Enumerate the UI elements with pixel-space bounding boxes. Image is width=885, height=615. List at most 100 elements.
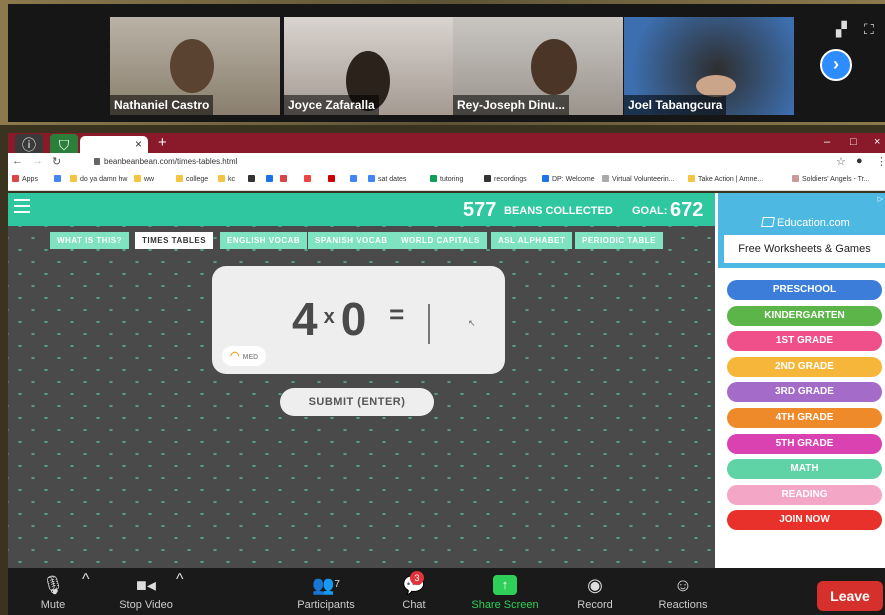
participants-icon: 👥7 bbox=[312, 575, 340, 595]
grade-button[interactable]: MATH bbox=[727, 459, 882, 480]
bookmark-icon bbox=[218, 175, 225, 182]
bookmark-item[interactable]: college bbox=[176, 175, 208, 183]
nav-tab[interactable]: SPANISH VOCAB bbox=[308, 232, 395, 249]
grade-button[interactable]: PRESCHOOL bbox=[727, 280, 882, 300]
stop-video-button[interactable]: ■◂ Stop Video bbox=[108, 571, 184, 611]
reload-icon[interactable]: ↻ bbox=[52, 155, 61, 168]
bookmark-item[interactable] bbox=[328, 175, 338, 183]
bookmark-item[interactable]: ww bbox=[134, 175, 154, 183]
grade-button[interactable]: KINDERGARTEN bbox=[727, 305, 882, 326]
bookmark-item[interactable]: sat dates bbox=[368, 175, 406, 183]
minimize-icon[interactable]: – bbox=[824, 136, 830, 148]
bookmark-label: tutoring bbox=[440, 176, 464, 183]
nav-tab[interactable]: TIMES TABLES bbox=[135, 232, 214, 249]
bookmark-item[interactable]: do ya damn hw bbox=[70, 175, 127, 183]
participant-face bbox=[696, 75, 736, 97]
lock-icon bbox=[94, 158, 100, 165]
bookmark-item[interactable] bbox=[266, 175, 276, 183]
forward-arrow-icon[interactable]: → bbox=[32, 155, 43, 167]
reactions-button[interactable]: ☺ Reactions bbox=[650, 571, 716, 611]
participant-name: Joyce Zafaralla bbox=[284, 95, 379, 115]
bookmark-item[interactable] bbox=[350, 175, 360, 183]
participant-face bbox=[170, 39, 214, 93]
game-header: 577 BEANS COLLECTED GOAL: 672 bbox=[8, 193, 715, 226]
audio-options-chevron-icon[interactable]: ^ bbox=[82, 571, 90, 589]
more-menu-icon[interactable]: ⋮ bbox=[876, 155, 885, 168]
gallery-view-icon[interactable]: ▞ bbox=[836, 22, 847, 36]
bookmark-item[interactable]: Apps bbox=[12, 175, 38, 183]
close-tab-icon[interactable]: × bbox=[135, 137, 142, 151]
url-field[interactable]: beanbeanbean.com/times-tables.html bbox=[104, 157, 237, 166]
bookmark-icon bbox=[350, 175, 357, 182]
grade-button[interactable]: 5TH GRADE bbox=[727, 433, 882, 454]
grade-button[interactable]: READING bbox=[727, 484, 882, 505]
difficulty-badge[interactable]: ◠ MED bbox=[222, 346, 267, 366]
grade-button[interactable]: JOIN NOW bbox=[727, 510, 882, 531]
ad-tagline[interactable]: Free Worksheets & Games bbox=[724, 235, 885, 263]
participant-tile[interactable]: Nathaniel Castro bbox=[110, 17, 280, 115]
bookmark-item[interactable] bbox=[248, 175, 258, 183]
mute-button[interactable]: 🎙 Mute bbox=[30, 571, 76, 611]
microphone-icon: 🎙 bbox=[41, 575, 65, 595]
bookmark-item[interactable] bbox=[280, 175, 290, 183]
mute-label: Mute bbox=[40, 599, 66, 611]
maximize-icon[interactable]: □ bbox=[850, 136, 857, 148]
ad-banner[interactable]: ▷ Education.com Free Worksheets & Games bbox=[718, 193, 885, 268]
next-participants-button[interactable]: › bbox=[820, 49, 852, 81]
video-options-chevron-icon[interactable]: ^ bbox=[176, 571, 184, 589]
answer-input[interactable] bbox=[428, 304, 430, 344]
browser-tab[interactable]: × bbox=[80, 136, 148, 153]
participant-tile[interactable]: Joyce Zafaralla bbox=[284, 17, 454, 115]
bookmark-item[interactable]: Virtual Volunteerin... bbox=[602, 175, 675, 183]
share-screen-button[interactable]: ↑ Share Screen bbox=[460, 571, 550, 611]
bookmark-item[interactable]: Take Action | Amne... bbox=[688, 175, 763, 183]
fullscreen-icon[interactable]: ⛶ bbox=[864, 22, 874, 36]
record-button[interactable]: ◉ Record bbox=[570, 571, 620, 611]
grade-button[interactable]: 4TH GRADE bbox=[727, 408, 882, 428]
grade-button[interactable]: 1ST GRADE bbox=[727, 331, 882, 352]
submit-button[interactable]: SUBMIT (ENTER) bbox=[280, 388, 434, 416]
bookmark-item[interactable] bbox=[54, 175, 64, 183]
share-screen-icon: ↑ bbox=[460, 571, 550, 599]
nav-tab[interactable]: PERIODIC TABLE bbox=[575, 232, 663, 249]
grade-button[interactable]: 3RD GRADE bbox=[727, 382, 882, 403]
participant-name: Nathaniel Castro bbox=[110, 95, 214, 115]
new-tab-button[interactable]: + bbox=[158, 134, 167, 151]
back-arrow-icon[interactable]: ← bbox=[12, 155, 23, 167]
bookmark-item[interactable]: DP: Welcome bbox=[542, 175, 595, 183]
bookmark-item[interactable]: tutoring bbox=[430, 175, 463, 183]
bookmark-item[interactable]: Soldiers' Angels - Tr... bbox=[792, 175, 869, 183]
star-icon[interactable]: ☆ bbox=[836, 155, 846, 168]
bookmark-item[interactable] bbox=[304, 175, 314, 183]
participant-tile[interactable]: Rey-Joseph Dinu... bbox=[453, 17, 623, 115]
bookmark-item[interactable]: kc bbox=[218, 175, 235, 183]
beans-label: BEANS COLLECTED bbox=[504, 205, 613, 217]
close-window-icon[interactable]: × bbox=[874, 136, 880, 148]
grade-button[interactable]: 2ND GRADE bbox=[727, 356, 882, 377]
nav-tab[interactable]: WORLD CAPITALS bbox=[394, 232, 487, 249]
operand-b: 0 bbox=[340, 293, 367, 345]
hamburger-menu-icon[interactable] bbox=[14, 199, 30, 213]
goal-label: GOAL: bbox=[632, 205, 668, 217]
bookmark-icon bbox=[542, 175, 549, 182]
nav-tab[interactable]: ENGLISH VOCAB bbox=[220, 232, 308, 249]
bookmark-icon bbox=[280, 175, 287, 182]
leave-button[interactable]: Leave bbox=[817, 581, 883, 611]
bookmark-item[interactable]: recordings bbox=[484, 175, 527, 183]
bookmark-label: Virtual Volunteerin... bbox=[612, 176, 675, 183]
nav-tab[interactable]: WHAT IS THIS? bbox=[50, 232, 130, 249]
bookmark-icon bbox=[54, 175, 61, 182]
participant-tile[interactable]: Joel Tabangcura bbox=[624, 17, 794, 115]
ad-choices-icon[interactable]: ▷ bbox=[878, 195, 883, 203]
participants-button[interactable]: 👥7 Participants bbox=[288, 571, 364, 611]
bookmark-label: DP: Welcome bbox=[552, 176, 595, 183]
bookmark-icon bbox=[70, 175, 77, 182]
bookmark-icon bbox=[304, 175, 311, 182]
participant-video-bar: Nathaniel Castro Joyce Zafaralla Rey-Jos… bbox=[8, 4, 885, 122]
nav-tab[interactable]: ASL ALPHABET bbox=[491, 232, 573, 249]
smiley-icon: ☺ bbox=[673, 575, 693, 595]
chat-button[interactable]: 💬 3 Chat bbox=[394, 571, 434, 611]
bookmark-icon bbox=[12, 175, 19, 182]
stop-video-label: Stop Video bbox=[119, 599, 173, 611]
profile-icon[interactable]: ● bbox=[856, 155, 863, 167]
